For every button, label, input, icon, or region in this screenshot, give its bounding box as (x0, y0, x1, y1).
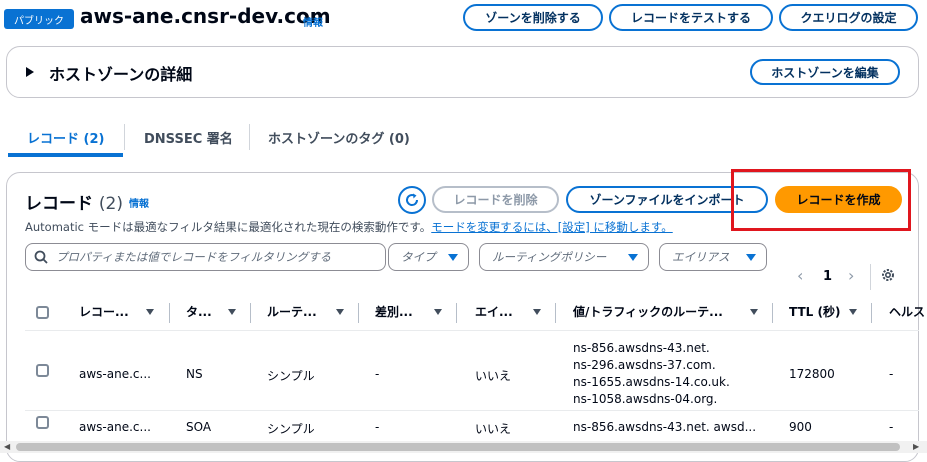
chevron-down-icon (628, 254, 638, 261)
sort-caret-icon[interactable] (336, 309, 344, 315)
gear-icon (882, 269, 894, 281)
column-divider[interactable] (358, 303, 359, 323)
chevron-down-icon (448, 254, 458, 261)
type-filter-label: タイプ (401, 250, 436, 264)
description-text: Automatic モードは最適なフィルタ結果に最適化された現在の検索動作です。 (25, 220, 432, 234)
records-heading-label: レコード (25, 194, 93, 214)
search-input[interactable]: プロパティまたは値でレコードをフィルタリングする (25, 243, 386, 271)
records-heading: レコード (2) (25, 189, 123, 214)
delete-record-button[interactable]: レコードを削除 (432, 186, 559, 213)
cell-ttl: 172800 (789, 367, 835, 381)
scroll-right-icon[interactable]: ▶ (913, 442, 919, 451)
column-header-alias[interactable]: エイ... (475, 303, 513, 320)
scrollbar-thumb[interactable] (16, 443, 900, 451)
cell-value-line: ns-856.awsdns-43.net. awsd... (573, 420, 757, 434)
tab-records[interactable]: レコード (2) (27, 128, 104, 147)
type-filter-select[interactable]: タイプ (388, 243, 469, 271)
records-info-link[interactable]: 情報 (129, 195, 149, 210)
cell-differentiator: - (375, 420, 380, 434)
column-divider[interactable] (456, 303, 457, 323)
sort-caret-icon[interactable] (228, 309, 236, 315)
next-page-icon[interactable]: › (848, 266, 854, 285)
details-title[interactable]: ホストゾーンの詳細 (49, 61, 192, 85)
column-divider[interactable] (555, 303, 556, 323)
records-count: (2) (98, 194, 124, 214)
sort-caret-icon[interactable] (146, 309, 154, 315)
chevron-down-icon (746, 254, 756, 261)
test-record-button[interactable]: レコードをテストする (609, 4, 773, 31)
horizontal-scrollbar[interactable]: ◀ ▶ (0, 441, 927, 453)
settings-link[interactable]: モードを変更するには、[設定] に移動します。 (431, 220, 672, 234)
cell-record-name[interactable]: aws-ane.c... (79, 420, 151, 434)
column-divider[interactable] (871, 303, 872, 323)
column-header-type[interactable]: タ... (186, 303, 212, 320)
cell-alias: いいえ (475, 369, 512, 383)
sort-caret-icon[interactable] (849, 309, 857, 315)
edit-hosted-zone-button[interactable]: ホストゾーンを編集 (750, 59, 900, 85)
query-log-button[interactable]: クエリログの設定 (779, 4, 918, 31)
cell-value-line: ns-1655.awsdns-14.co.uk. (573, 375, 730, 389)
tab-tags[interactable]: ホストゾーンのタグ (0) (268, 128, 410, 147)
column-divider[interactable] (772, 303, 773, 323)
public-badge: パブリック (4, 9, 74, 29)
cell-ttl: 900 (789, 420, 812, 434)
row-checkbox[interactable] (36, 416, 49, 429)
scroll-left-icon[interactable]: ◀ (4, 442, 10, 451)
refresh-icon (406, 193, 419, 206)
active-tab-indicator (8, 153, 123, 157)
cell-type: SOA (186, 420, 212, 434)
routing-policy-filter-select[interactable]: ルーティングポリシー (479, 243, 649, 271)
pagination-divider (870, 264, 871, 290)
cell-value-line: ns-1058.awsdns-04.org. (573, 392, 718, 406)
header-divider (25, 330, 919, 331)
sort-caret-icon[interactable] (750, 309, 758, 315)
previous-page-icon[interactable]: ‹ (797, 266, 803, 285)
search-placeholder: プロパティまたは値でレコードをフィルタリングする (56, 250, 332, 264)
cell-differentiator: - (375, 367, 380, 381)
routing-policy-filter-label: ルーティングポリシー (492, 250, 607, 264)
info-link[interactable]: 情報 (303, 14, 323, 29)
cell-value-line: ns-296.awsdns-37.com. (573, 358, 716, 372)
cell-routing: シンプル (267, 422, 315, 436)
cell-health: - (889, 420, 894, 434)
column-header-record-name[interactable]: レコー... (79, 303, 129, 320)
sort-caret-icon[interactable] (434, 309, 442, 315)
tab-dnssec[interactable]: DNSSEC 署名 (144, 128, 233, 147)
delete-zone-button[interactable]: ゾーンを削除する (463, 4, 603, 31)
refresh-button[interactable] (398, 186, 426, 214)
column-header-health[interactable]: ヘルス (889, 303, 925, 320)
alias-filter-label: エイリアス (672, 250, 730, 264)
settings-button[interactable] (880, 267, 896, 287)
cell-routing: シンプル (267, 369, 315, 383)
cell-health: - (889, 367, 894, 381)
cell-type: NS (186, 367, 203, 381)
caret-right-icon[interactable] (26, 67, 34, 77)
column-divider[interactable] (250, 303, 251, 323)
highlight-box (731, 169, 911, 231)
page-number[interactable]: 1 (823, 269, 832, 284)
cell-alias: いいえ (475, 422, 512, 436)
tab-divider (249, 124, 250, 150)
tab-divider (124, 124, 125, 150)
row-divider (25, 410, 919, 411)
search-icon (34, 250, 48, 264)
alias-filter-select[interactable]: エイリアス (659, 243, 767, 271)
row-checkbox[interactable] (36, 364, 49, 377)
select-all-checkbox[interactable] (36, 306, 49, 319)
column-divider[interactable] (169, 303, 170, 323)
column-header-value[interactable]: 値/トラフィックのルーテ... (573, 303, 723, 320)
column-header-ttl[interactable]: TTL (秒) (789, 303, 840, 320)
search-mode-description: Automatic モードは最適なフィルタ結果に最適化された現在の検索動作です。… (25, 219, 673, 235)
column-header-differentiator[interactable]: 差別... (375, 303, 413, 320)
sort-caret-icon[interactable] (533, 309, 541, 315)
cell-value-line: ns-856.awsdns-43.net. (573, 341, 710, 355)
column-header-routing[interactable]: ルーテ... (267, 303, 317, 320)
cell-record-name[interactable]: aws-ane.c... (79, 367, 151, 381)
hosted-zone-title: aws-ane.cnsr-dev.com (80, 4, 331, 28)
